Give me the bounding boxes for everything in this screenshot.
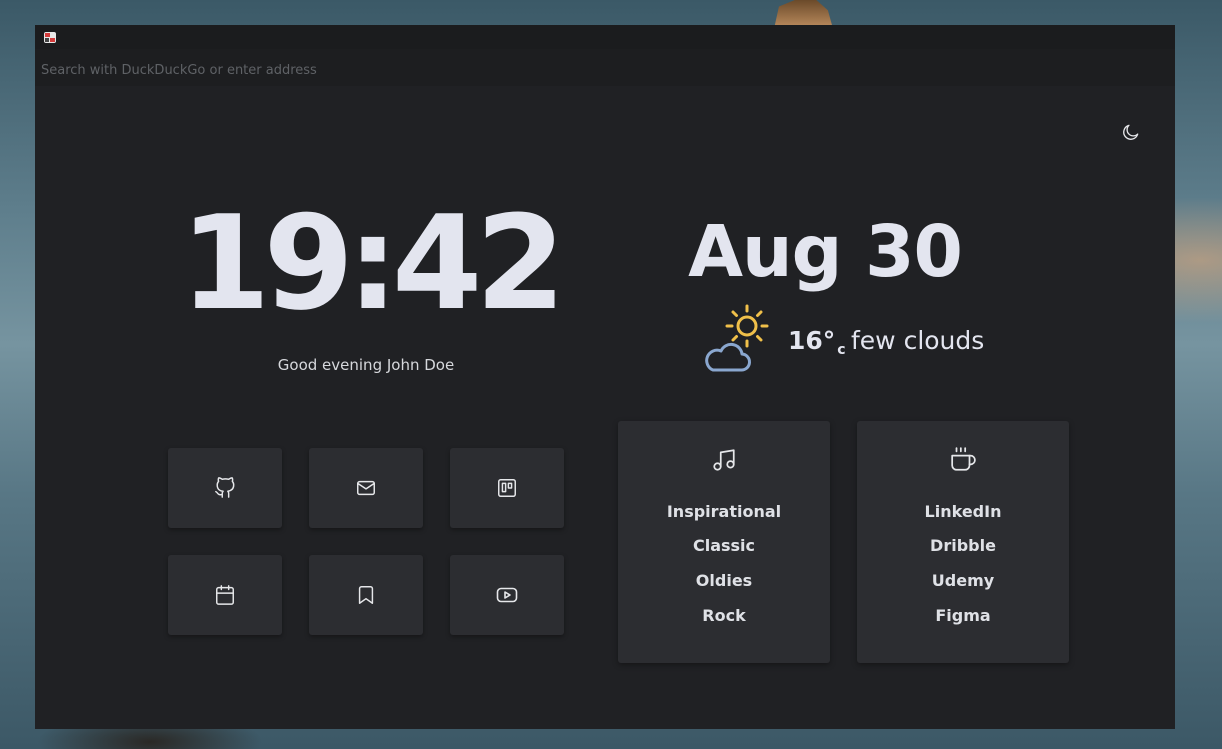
weather-temperature: 16° c [788,326,846,358]
link-figma[interactable]: Figma [857,606,1069,625]
calendar-icon [216,585,234,605]
tab-favicon-icon[interactable] [44,32,56,43]
address-input[interactable] [41,61,941,79]
temperature-unit: c [837,342,846,358]
greeting-text: Good evening John Doe [277,356,455,374]
browser-window: 19:42 Good evening John Doe Aug 30 16°c … [35,25,1175,729]
link-dribble[interactable]: Dribble [857,536,1069,555]
coffee-icon [951,447,976,471]
music-icon [713,449,735,471]
github-icon [215,477,235,498]
link-oldies[interactable]: Oldies [618,571,830,590]
address-bar [35,49,1175,86]
link-rock[interactable]: Rock [618,606,830,625]
date-display: Aug 30 [688,210,963,293]
link-linkedin[interactable]: LinkedIn [857,502,1069,521]
clock-time: 19:42 [180,187,566,339]
link-udemy[interactable]: Udemy [857,571,1069,590]
shortcut-bookmark-button[interactable] [309,555,423,635]
theme-toggle-button[interactable] [1117,118,1145,146]
link-classic[interactable]: Classic [618,536,830,555]
shortcut-trello-button[interactable] [450,448,564,528]
youtube-icon [496,587,518,603]
shortcut-mail-button[interactable] [309,448,423,528]
link-card-work: LinkedIn Dribble Udemy Figma [857,421,1069,663]
shortcut-github-button[interactable] [168,448,282,528]
shortcut-calendar-button[interactable] [168,555,282,635]
new-tab-page: 19:42 Good evening John Doe Aug 30 16° c … [35,86,1175,729]
desktop-wallpaper-rock [774,0,833,26]
bookmark-icon [358,586,374,604]
link-inspirational[interactable]: Inspirational [618,502,830,521]
sun-behind-cloud-icon [705,304,769,372]
tab-bar [35,25,1175,49]
trello-icon [498,479,516,497]
shortcut-youtube-button[interactable] [450,555,564,635]
moon-icon [1123,124,1139,140]
mail-icon [357,480,375,496]
link-card-music: Inspirational Classic Oldies Rock [618,421,830,663]
weather-description: few clouds [851,326,985,355]
